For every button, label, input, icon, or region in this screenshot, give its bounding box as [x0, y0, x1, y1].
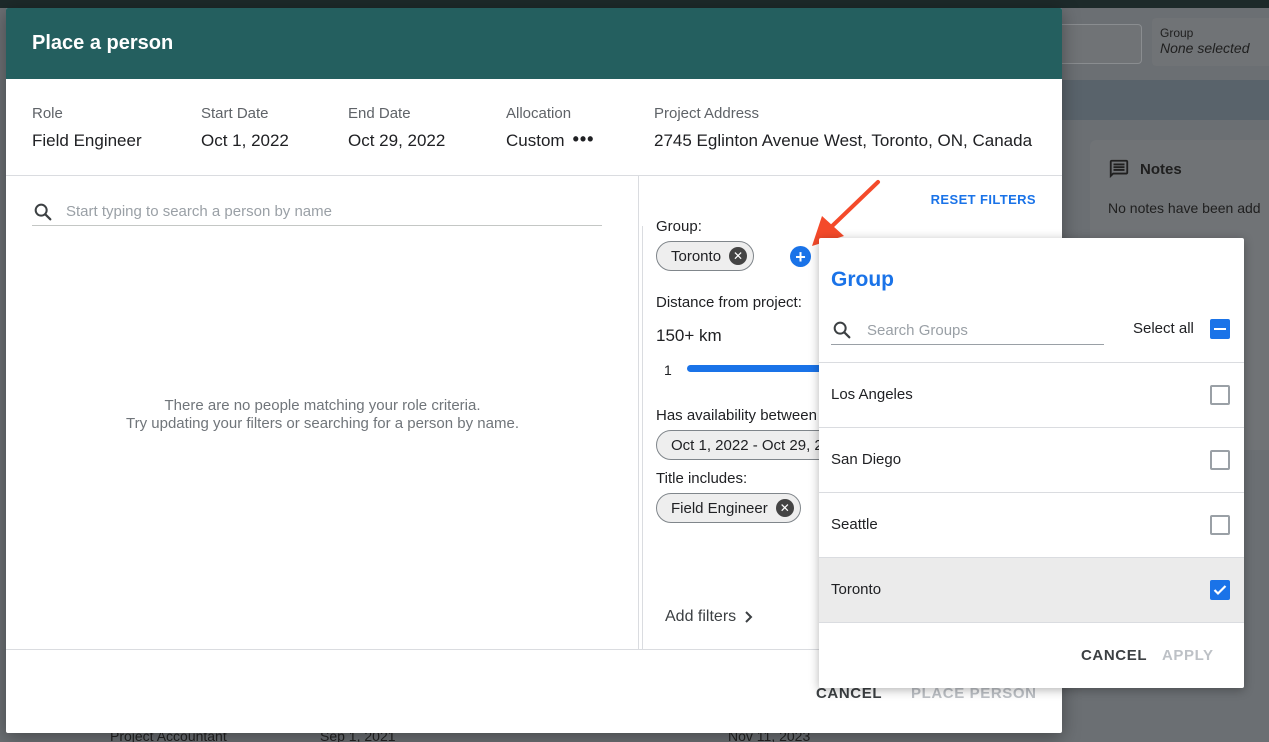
- background-group-filter-label: Group: [1160, 26, 1194, 40]
- distance-slider[interactable]: [687, 365, 827, 372]
- distance-slider-min: 1: [664, 362, 672, 378]
- title-chip[interactable]: Field Engineer ✕: [656, 493, 801, 523]
- distance-value: 150+ km: [656, 326, 722, 345]
- distance-filter-label: Distance from project:: [656, 294, 802, 311]
- allocation-value: Custom: [506, 131, 565, 150]
- checkmark-icon: [1213, 585, 1227, 596]
- chip-remove-icon[interactable]: ✕: [775, 499, 794, 517]
- title-chip-label: Field Engineer: [671, 499, 768, 517]
- chevron-right-icon: [745, 611, 753, 623]
- group-item-name: Toronto: [831, 581, 882, 598]
- allocation-info: Allocation Custom •••: [506, 105, 594, 151]
- group-item-toronto[interactable]: Toronto: [819, 558, 1244, 623]
- role-info: Role Field Engineer: [32, 105, 142, 151]
- allocation-label: Allocation: [506, 105, 572, 122]
- empty-state-line-1: There are no people matching your role c…: [164, 397, 481, 414]
- group-item-los-angeles[interactable]: Los Angeles: [819, 363, 1244, 428]
- group-item-checkbox[interactable]: [1210, 580, 1230, 600]
- end-date-info: End Date Oct 29, 2022: [348, 105, 445, 151]
- group-list: Los Angeles San Diego Seattle Toronto: [819, 362, 1244, 623]
- app-top-bar: [0, 0, 1269, 8]
- reset-filters-button[interactable]: RESET FILTERS: [931, 192, 1036, 207]
- group-popup-title: Group: [831, 268, 894, 291]
- select-all-label: Select all: [1133, 320, 1194, 337]
- role-value: Field Engineer: [32, 131, 142, 150]
- background-notes-title: Notes: [1108, 158, 1269, 180]
- allocation-more-icon[interactable]: •••: [573, 129, 595, 149]
- add-filters-button[interactable]: Add filters: [665, 608, 754, 626]
- group-chip[interactable]: Toronto ✕: [656, 241, 755, 271]
- person-search-pane: There are no people matching your role c…: [6, 176, 639, 649]
- background-filter-box: [1050, 24, 1142, 64]
- title-filter-label: Title includes:: [656, 470, 748, 487]
- allocation-value-row: Custom •••: [506, 129, 595, 151]
- end-date-value: Oct 29, 2022: [348, 131, 446, 150]
- dialog-header: Place a person: [6, 8, 1062, 79]
- end-date-label: End Date: [348, 105, 411, 122]
- group-search-input[interactable]: [867, 321, 1087, 339]
- dialog-title: Place a person: [32, 32, 174, 54]
- person-search-input[interactable]: [66, 203, 566, 220]
- group-item-seattle[interactable]: Seattle: [819, 493, 1244, 558]
- group-item-checkbox[interactable]: [1210, 385, 1230, 405]
- group-item-checkbox[interactable]: [1210, 515, 1230, 535]
- availability-filter-label: Has availability between: [656, 407, 817, 424]
- start-date-info: Start Date Oct 1, 2022: [201, 105, 289, 151]
- group-filter-label: Group:: [656, 218, 702, 235]
- empty-state-line-2: Try updating your filters or searching f…: [126, 415, 519, 432]
- background-notes-title-text: Notes: [1140, 160, 1182, 178]
- group-item-name: San Diego: [831, 451, 902, 468]
- project-address-info: Project Address 2745 Eglinton Avenue Wes…: [654, 105, 1032, 151]
- group-item-name: Los Angeles: [831, 386, 913, 403]
- group-select-popup: Group Select all Los Angeles San Diego S…: [819, 238, 1244, 688]
- chip-remove-icon[interactable]: ✕: [729, 247, 748, 265]
- background-side-card: [1244, 300, 1269, 450]
- role-info-bar: Role Field Engineer Start Date Oct 1, 20…: [6, 79, 1062, 176]
- add-filters-label: Add filters: [665, 608, 737, 625]
- group-item-san-diego[interactable]: San Diego: [819, 428, 1244, 493]
- group-search: [831, 316, 1104, 345]
- role-label: Role: [32, 105, 63, 122]
- project-address-value: 2745 Eglinton Avenue West, Toronto, ON, …: [654, 131, 1033, 150]
- group-popup-apply-button[interactable]: APPLY: [1162, 647, 1214, 664]
- project-address-label: Project Address: [654, 105, 760, 122]
- background-band: [1062, 80, 1269, 120]
- notes-icon: [1109, 159, 1129, 179]
- availability-chip-label: Oct 1, 2022 - Oct 29, 2: [671, 436, 823, 454]
- start-date-value: Oct 1, 2022: [201, 131, 289, 150]
- empty-state-message: There are no people matching your role c…: [6, 397, 639, 433]
- group-item-name: Seattle: [831, 516, 878, 533]
- person-search: [32, 198, 602, 226]
- availability-chip[interactable]: Oct 1, 2022 - Oct 29, 2: [656, 430, 836, 460]
- search-icon: [833, 321, 851, 339]
- group-chip-label: Toronto: [671, 247, 722, 265]
- select-all-checkbox[interactable]: [1210, 319, 1230, 339]
- group-item-checkbox[interactable]: [1210, 450, 1230, 470]
- start-date-label: Start Date: [201, 105, 269, 122]
- background-group-filter-value: None selected: [1160, 40, 1250, 56]
- filters-divider: [642, 226, 643, 649]
- background-group-filter: Group None selected: [1152, 18, 1269, 66]
- group-popup-cancel-button[interactable]: CANCEL: [1081, 647, 1147, 664]
- search-icon: [34, 203, 52, 220]
- background-notes-empty: No notes have been add: [1108, 200, 1261, 216]
